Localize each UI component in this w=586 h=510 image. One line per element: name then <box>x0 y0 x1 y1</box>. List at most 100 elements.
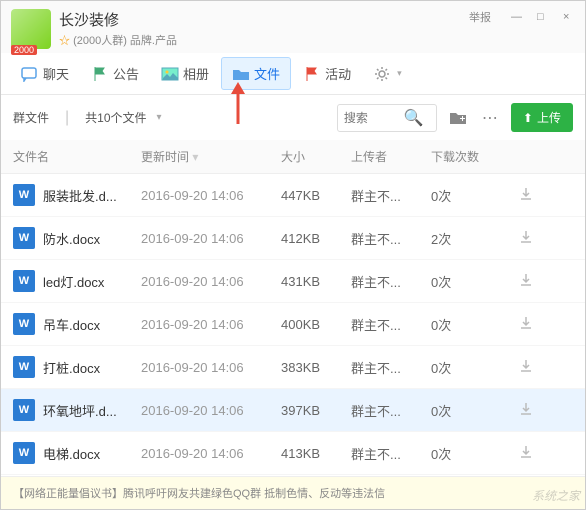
file-name: 环氧地坪.d... <box>43 401 141 420</box>
breadcrumb-root[interactable]: 群文件 <box>13 109 49 126</box>
more-icon[interactable]: ⋯ <box>479 107 501 129</box>
file-size: 431KB <box>281 274 351 289</box>
file-count: 共10个文件 <box>85 109 146 126</box>
file-name: 电梯.docx <box>43 444 141 463</box>
file-uploader: 群主不... <box>351 272 431 291</box>
search-icon[interactable]: 🔍 <box>404 108 424 128</box>
star-icon: ☆ <box>59 35 70 47</box>
group-meta-text: (2000人群) 品牌.产品 <box>73 35 177 47</box>
file-toolbar: 群文件 | 共10个文件 ▾ 🔍 ⋯ ⬆ 上传 <box>1 95 585 140</box>
maximize-button[interactable]: □ <box>537 11 549 23</box>
file-uploader: 群主不... <box>351 358 431 377</box>
app-window: 2000 长沙装修 ☆ (2000人群) 品牌.产品 举报 — □ × 聊天 公告… <box>0 0 586 510</box>
file-size: 400KB <box>281 317 351 332</box>
doc-icon: W <box>13 184 35 206</box>
tab-chat[interactable]: 聊天 <box>11 58 79 89</box>
tab-folder[interactable]: 文件 <box>221 57 291 90</box>
file-size: 397KB <box>281 403 351 418</box>
download-icon[interactable] <box>511 402 541 419</box>
file-time: 2016-09-20 14:06 <box>141 188 281 203</box>
title-area: 长沙装修 ☆ (2000人群) 品牌.产品 <box>59 9 469 48</box>
flag-red-icon <box>303 65 321 83</box>
file-row[interactable]: W防水.docx2016-09-20 14:06412KB群主不...2次 <box>1 217 585 260</box>
tab-bar: 聊天 公告 相册 文件 活动 ▾ <box>1 53 585 95</box>
chevron-down-icon[interactable]: ▾ <box>157 112 162 123</box>
col-header-size[interactable]: 大小 <box>281 148 351 165</box>
file-row[interactable]: W服装批发.d...2016-09-20 14:06447KB群主不...0次 <box>1 174 585 217</box>
file-uploader: 群主不... <box>351 229 431 248</box>
doc-icon: W <box>13 356 35 378</box>
download-icon[interactable] <box>511 316 541 333</box>
folder-icon <box>232 65 250 83</box>
breadcrumb-sep: | <box>65 109 69 127</box>
group-meta: ☆ (2000人群) 品牌.产品 <box>59 32 469 48</box>
file-time: 2016-09-20 14:06 <box>141 403 281 418</box>
doc-icon: W <box>13 227 35 249</box>
file-list: W服装批发.d...2016-09-20 14:06447KB群主不...0次W… <box>1 174 585 476</box>
titlebar: 2000 长沙装修 ☆ (2000人群) 品牌.产品 举报 — □ × <box>1 1 585 53</box>
file-time: 2016-09-20 14:06 <box>141 317 281 332</box>
file-size: 412KB <box>281 231 351 246</box>
search-box[interactable]: 🔍 <box>337 104 437 132</box>
avatar-badge: 2000 <box>11 45 37 55</box>
col-header-name[interactable]: 文件名 <box>13 148 141 165</box>
group-name: 长沙装修 <box>59 9 469 30</box>
image-icon <box>161 65 179 83</box>
file-size: 383KB <box>281 360 351 375</box>
download-icon[interactable] <box>511 445 541 462</box>
file-row[interactable]: W 打桩.docx2016-09-20 14:06383KB群主不...0次 <box>1 346 585 389</box>
search-input[interactable] <box>344 111 404 125</box>
col-header-time[interactable]: 更新时间 ▾ <box>141 148 281 165</box>
file-name: 服装批发.d... <box>43 186 141 205</box>
file-row[interactable]: W吊车.docx2016-09-20 14:06400KB群主不...0次 <box>1 303 585 346</box>
file-downloads: 0次 <box>431 358 511 377</box>
file-downloads: 0次 <box>431 444 511 463</box>
col-header-uploader[interactable]: 上传者 <box>351 148 431 165</box>
file-row[interactable]: W环氧地坪.d...2016-09-20 14:06397KB群主不...0次 <box>1 389 585 432</box>
tab-label: 聊天 <box>43 64 69 83</box>
file-downloads: 2次 <box>431 229 511 248</box>
file-row[interactable]: W电梯.docx2016-09-20 14:06413KB群主不...0次 <box>1 432 585 475</box>
file-downloads: 0次 <box>431 272 511 291</box>
tab-flag-red[interactable]: 活动 <box>293 58 361 89</box>
upload-icon: ⬆ <box>523 111 533 125</box>
tab-label: 文件 <box>254 64 280 83</box>
file-uploader: 群主不... <box>351 186 431 205</box>
doc-icon: W <box>13 442 35 464</box>
table-header: 文件名 更新时间 ▾ 大小 上传者 下载次数 <box>1 140 585 174</box>
gear-icon <box>373 65 391 83</box>
chat-icon <box>21 65 39 83</box>
file-time: 2016-09-20 14:06 <box>141 360 281 375</box>
file-name: 打桩.docx <box>43 358 141 377</box>
tab-image[interactable]: 相册 <box>151 58 219 89</box>
minimize-button[interactable]: — <box>511 11 523 23</box>
flag-icon <box>91 65 109 83</box>
close-button[interactable]: × <box>563 11 575 23</box>
download-icon[interactable] <box>511 230 541 247</box>
file-name: 吊车.docx <box>43 315 141 334</box>
file-time: 2016-09-20 14:06 <box>141 274 281 289</box>
footer-notice[interactable]: 【网络正能量倡议书】腾讯呼吁网友共建绿色QQ群 抵制色情、反动等违法信 <box>1 476 585 509</box>
file-time: 2016-09-20 14:06 <box>141 231 281 246</box>
doc-icon: W <box>13 313 35 335</box>
tab-gear[interactable]: ▾ <box>363 59 412 89</box>
window-controls: 举报 — □ × <box>469 9 575 25</box>
file-size: 447KB <box>281 188 351 203</box>
tab-label: 公告 <box>113 64 139 83</box>
new-folder-icon[interactable] <box>447 107 469 129</box>
doc-icon: W <box>13 399 35 421</box>
file-uploader: 群主不... <box>351 315 431 334</box>
download-icon[interactable] <box>511 187 541 204</box>
download-icon[interactable] <box>511 359 541 376</box>
report-link[interactable]: 举报 <box>469 9 491 25</box>
tab-flag[interactable]: 公告 <box>81 58 149 89</box>
upload-button[interactable]: ⬆ 上传 <box>511 103 573 132</box>
tab-label: 相册 <box>183 64 209 83</box>
file-time: 2016-09-20 14:06 <box>141 446 281 461</box>
tab-label: 活动 <box>325 64 351 83</box>
upload-label: 上传 <box>537 109 561 126</box>
file-row[interactable]: Wled灯.docx2016-09-20 14:06431KB群主不...0次 <box>1 260 585 303</box>
download-icon[interactable] <box>511 273 541 290</box>
group-avatar[interactable]: 2000 <box>11 9 51 49</box>
col-header-downloads[interactable]: 下载次数 <box>431 148 511 165</box>
